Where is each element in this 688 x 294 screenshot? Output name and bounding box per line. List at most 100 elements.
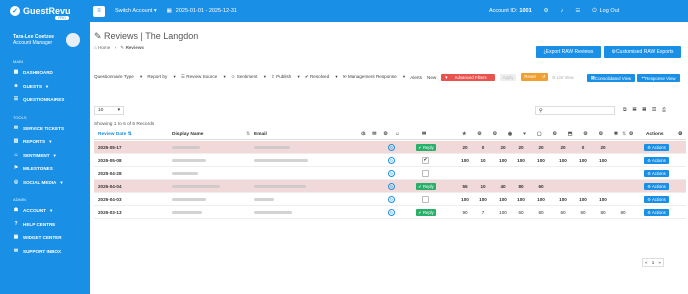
actions-label: Actions bbox=[651, 145, 666, 150]
table-row: 2025-03-13 ↻ ✔ Reply 90 7 100 60 80 60 60 80 80 ⚙ Ac… bbox=[94, 206, 686, 219]
filter-alerts[interactable]: Alerts bbox=[410, 75, 422, 80]
sidebar-item-dashboard[interactable]: ▦ DASHBOARD bbox=[0, 66, 90, 80]
flag-icon: ⚑ bbox=[13, 165, 19, 171]
avatar[interactable] bbox=[66, 32, 80, 47]
filter-review-source[interactable]: ☰ Review Source ▾ bbox=[181, 74, 226, 80]
page-title-text: Reviews | The Langdon bbox=[104, 31, 199, 41]
calendar-icon[interactable]: ▦ bbox=[167, 8, 172, 14]
menu-icon[interactable]: ☰ bbox=[575, 8, 580, 14]
score-cell: 100 bbox=[599, 197, 607, 202]
sidebar-item-social-media[interactable]: ◎ SOCIAL MEDIA ▾ bbox=[0, 176, 90, 190]
comment-icon: ✉ bbox=[422, 132, 427, 137]
col-review-date[interactable]: Review Date ⇅ bbox=[98, 129, 132, 140]
sidebar-item-milestones[interactable]: ⚑ MILESTONES bbox=[0, 162, 90, 176]
checkbox[interactable] bbox=[422, 196, 429, 203]
actions-label: Actions bbox=[651, 184, 666, 189]
display-name-redacted bbox=[172, 159, 206, 162]
filter-new[interactable]: New bbox=[427, 75, 436, 80]
score-cell: 60 bbox=[518, 210, 524, 215]
sidebar-item-label: HELP CENTRE bbox=[23, 221, 56, 227]
copy-icon[interactable]: ⧉ bbox=[623, 107, 633, 113]
apply-button[interactable]: Apply bbox=[499, 73, 517, 81]
sidebar-item-questionnaires[interactable]: ☰ QUESTIONNAIRES bbox=[0, 93, 90, 107]
share-icon: ◎ bbox=[13, 178, 19, 185]
excel-icon[interactable]: ▦ bbox=[642, 107, 652, 113]
sync-icon[interactable]: ↻ bbox=[388, 170, 395, 177]
sync-icon[interactable]: ↻ bbox=[388, 209, 395, 216]
sidebar-item-label: SOCIAL MEDIA bbox=[23, 179, 57, 185]
pagination-page[interactable]: 1 bbox=[652, 260, 655, 265]
consolidated-view-button[interactable]: ▦ Consolidated View bbox=[587, 74, 635, 82]
search-input[interactable]: ⚲ bbox=[535, 106, 615, 115]
user-role: Account Manager bbox=[13, 39, 53, 46]
score-cell: 20 bbox=[518, 145, 524, 150]
score-cell: 60 bbox=[580, 210, 586, 215]
actions-button[interactable]: ⚙ Actions bbox=[644, 170, 669, 177]
sidebar-item-label: SUPPORT INBOX bbox=[23, 248, 62, 254]
pagination-prev[interactable]: « bbox=[645, 260, 648, 265]
filter-sentiment[interactable]: ☺ Sentiment ▾ bbox=[231, 74, 266, 80]
filter-questionnaire-type[interactable]: Questionnaire Type ▾ bbox=[94, 74, 142, 80]
pagination-next[interactable]: » bbox=[658, 260, 661, 265]
breadcrumb-home[interactable]: Home bbox=[98, 45, 110, 50]
sync-icon[interactable]: ↻ bbox=[388, 196, 395, 203]
sync-icon[interactable]: ↻ bbox=[388, 157, 395, 164]
reply-button[interactable]: ✔ Reply bbox=[416, 144, 436, 151]
actions-button[interactable]: ⚙ Actions bbox=[644, 144, 669, 151]
actions-button[interactable]: ⚙ Actions bbox=[644, 183, 669, 190]
actions-button[interactable]: ⚙ Actions bbox=[644, 209, 669, 216]
sidebar-item-help-centre[interactable]: ? HELP CENTRE bbox=[0, 218, 90, 232]
filter-resolved[interactable]: ✔ Resolved ▾ bbox=[305, 74, 338, 80]
brand[interactable]: ✓ GuestRevu bbox=[0, 0, 90, 22]
page-size-select[interactable]: 10 ▾ bbox=[94, 106, 124, 115]
filter-report-by[interactable]: Report by ▾ bbox=[147, 74, 176, 80]
actions-button[interactable]: ⚙ Actions bbox=[644, 196, 669, 203]
sidebar-item-support-inbox[interactable]: ✉ SUPPORT INBOX bbox=[0, 245, 90, 259]
csv-icon[interactable]: ▤ bbox=[633, 107, 643, 113]
sidebar-item-widget-center[interactable]: ▣ WIDGET CENTER bbox=[0, 231, 90, 245]
export-raw-reviews-button[interactable]: ⤓ Export RAW Reviews bbox=[536, 46, 601, 58]
col-email[interactable]: Email bbox=[254, 129, 267, 140]
reset-button[interactable]: Reset ↺ bbox=[521, 73, 549, 81]
list-view-button[interactable]: ☰ List View bbox=[552, 75, 574, 80]
user-name: Tara-Lee Coetzee bbox=[13, 33, 55, 40]
logout-link[interactable]: Log Out bbox=[600, 8, 620, 14]
print-icon[interactable]: ⎙ bbox=[662, 107, 672, 113]
settings-icon[interactable]: ⚙ bbox=[678, 129, 682, 140]
checkbox[interactable]: ✔ bbox=[422, 157, 429, 164]
sidebar-item-service-tickets[interactable]: ✉ SERVICE TICKETS bbox=[0, 122, 90, 136]
sidebar-item-account[interactable]: ☗ ACCOUNT ▾ bbox=[0, 204, 90, 218]
checkbox[interactable] bbox=[422, 170, 429, 177]
response-view-button[interactable]: ↩ Response View bbox=[637, 74, 680, 82]
filter-publish[interactable]: ⇪ Publish ▾ bbox=[271, 74, 300, 80]
switch-account-dropdown[interactable]: Switch Account ▾ bbox=[115, 8, 157, 14]
menu-toggle-button[interactable]: ≡ bbox=[93, 5, 105, 17]
display-name-redacted bbox=[172, 211, 202, 214]
pdf-icon[interactable]: ▧ bbox=[652, 107, 662, 113]
reply-button[interactable]: ✔ Reply bbox=[416, 209, 436, 216]
sidebar-item-reports[interactable]: ▥ REPORTS ▾ bbox=[0, 135, 90, 149]
reply-button[interactable]: ✔ Reply bbox=[416, 183, 436, 190]
sort-icon[interactable]: ⇅ bbox=[246, 129, 250, 140]
col-display-name[interactable]: Display Name bbox=[172, 129, 203, 140]
score-cell: 80 bbox=[518, 184, 524, 189]
filter-management-response[interactable]: ✉ Management Response ▾ bbox=[343, 74, 406, 80]
table-header: Review Date ⇅ Display Name Email ⇅ ⇅ ⇅ A… bbox=[94, 129, 686, 140]
page-title: ✎ Reviews | The Langdon bbox=[94, 31, 198, 42]
sync-icon[interactable]: ↻ bbox=[388, 144, 395, 151]
sync-icon[interactable]: ↻ bbox=[388, 183, 395, 190]
bell-icon[interactable]: ♪ bbox=[561, 8, 564, 14]
sidebar-item-guests[interactable]: ☻ GUESTS ▾ bbox=[0, 80, 90, 94]
switch-account-label: Switch Account bbox=[115, 8, 153, 14]
customised-raw-exports-button[interactable]: ⚙ Customised RAW Exports bbox=[604, 46, 681, 58]
actions-button[interactable]: ⚙ Actions bbox=[644, 157, 669, 164]
user-panel[interactable]: Tara-Lee Coetzee Account Manager bbox=[0, 22, 90, 57]
sidebar-item-label: WIDGET CENTER bbox=[23, 235, 62, 240]
settings-icon[interactable]: ⚙ bbox=[544, 8, 549, 14]
date-range-picker[interactable]: 2025-01-01 - 2025-12-31 bbox=[176, 8, 237, 14]
advanced-filters-button[interactable]: ▼ Advanced Filters bbox=[441, 73, 495, 81]
logout-icon[interactable]: ⏻ bbox=[592, 8, 596, 15]
score-cell: 100 bbox=[499, 197, 507, 202]
score-cell: 10 bbox=[480, 184, 486, 189]
sidebar-item-sentiment[interactable]: ☺ SENTIMENT ▾ bbox=[0, 149, 90, 163]
